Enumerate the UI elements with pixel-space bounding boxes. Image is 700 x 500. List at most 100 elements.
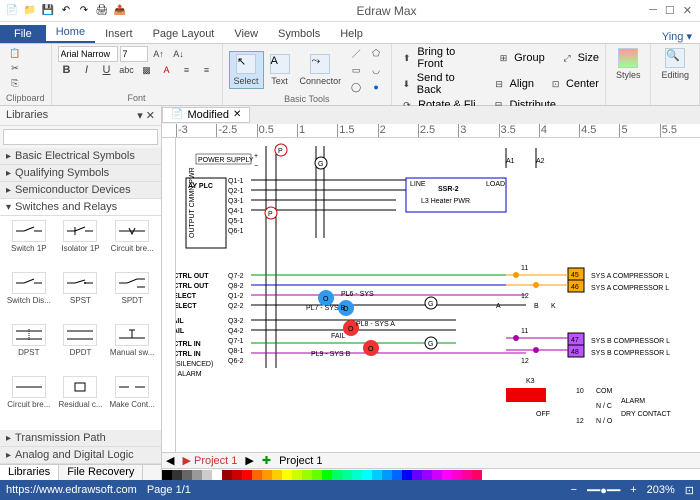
swatch[interactable] xyxy=(232,470,242,480)
swatch[interactable] xyxy=(262,470,272,480)
add-page-icon[interactable]: ✚ xyxy=(262,454,271,467)
swatch[interactable] xyxy=(332,470,342,480)
redo-icon[interactable]: ↷ xyxy=(76,3,92,19)
align-left-icon[interactable]: ≡ xyxy=(178,63,196,77)
maximize-icon[interactable]: ☐ xyxy=(665,4,675,17)
save-icon[interactable]: 💾 xyxy=(40,3,56,19)
swatch[interactable] xyxy=(272,470,282,480)
sym-circuit-breaker[interactable]: Circuit bre... xyxy=(107,220,157,270)
cut-icon[interactable]: ✂ xyxy=(6,61,24,75)
swatch[interactable] xyxy=(312,470,322,480)
sym-switch-dis[interactable]: Switch Dis... xyxy=(4,272,54,322)
drawing-canvas[interactable]: POWER SUPPLY +− AY PLC OUTPUT CMMN PWR Q… xyxy=(176,138,700,452)
zoom-out-icon[interactable]: − xyxy=(571,484,577,496)
swatch[interactable] xyxy=(462,470,472,480)
open-icon[interactable]: 📁 xyxy=(22,3,38,19)
grow-font-icon[interactable]: A↑ xyxy=(150,47,168,61)
sym-make-cont[interactable]: Make Cont... xyxy=(107,376,157,426)
sym-isolator-1p[interactable]: Isolator 1P xyxy=(56,220,106,270)
library-search[interactable] xyxy=(3,129,158,145)
cat-qualifying[interactable]: ▸ Qualifying Symbols xyxy=(0,165,161,182)
swatch[interactable] xyxy=(212,470,222,480)
swatch[interactable] xyxy=(432,470,442,480)
bring-front-icon[interactable]: ⬆ xyxy=(398,51,415,65)
user-name[interactable]: Ying ▾ xyxy=(654,30,700,43)
sym-spst[interactable]: SPST xyxy=(56,272,106,322)
size-icon[interactable]: ⤢ xyxy=(558,51,575,65)
font-name-select[interactable] xyxy=(58,46,118,62)
project-tab-2[interactable]: Project 1 xyxy=(279,455,322,467)
cat-transmission[interactable]: ▸ Transmission Path xyxy=(0,430,161,447)
swatch[interactable] xyxy=(452,470,462,480)
tab-nav-prev[interactable]: ◀ xyxy=(166,454,174,467)
zoom-slider[interactable]: ━━●━━ xyxy=(587,484,620,497)
sym-dpst[interactable]: DPST xyxy=(4,324,54,374)
editing-button[interactable]: 🔍Editing xyxy=(657,46,693,82)
align-center-icon[interactable]: ≡ xyxy=(198,63,216,77)
sym-manual-sw[interactable]: Manual sw... xyxy=(107,324,157,374)
connector-tool[interactable]: ⤳Connector xyxy=(296,52,346,88)
shape-icon[interactable]: ⬠ xyxy=(367,46,385,60)
swatch[interactable] xyxy=(172,470,182,480)
cat-semiconductor[interactable]: ▸ Semiconductor Devices xyxy=(0,182,161,199)
swatch[interactable] xyxy=(282,470,292,480)
bold-icon[interactable]: B xyxy=(58,63,76,77)
tab-home[interactable]: Home xyxy=(46,23,95,43)
select-tool[interactable]: ↖Select xyxy=(229,51,264,89)
swatch[interactable] xyxy=(392,470,402,480)
swatch[interactable] xyxy=(242,470,252,480)
text-tool[interactable]: AText xyxy=(266,52,294,88)
close-icon[interactable]: ✕ xyxy=(683,4,692,17)
sym-switch-1p[interactable]: Switch 1P xyxy=(4,220,54,270)
export-icon[interactable]: 📤 xyxy=(112,3,128,19)
swatch[interactable] xyxy=(412,470,422,480)
swatch[interactable] xyxy=(402,470,412,480)
font-color-icon[interactable]: A xyxy=(158,63,176,77)
tab-insert[interactable]: Insert xyxy=(95,25,143,43)
swatch[interactable] xyxy=(162,470,172,480)
zoom-in-icon[interactable]: + xyxy=(630,484,636,496)
doc-tab-modified[interactable]: 📄 Modified ✕ xyxy=(162,107,250,123)
group-icon[interactable]: ⊞ xyxy=(495,51,512,65)
font-size-select[interactable] xyxy=(120,46,148,62)
swatch[interactable] xyxy=(202,470,212,480)
swatch[interactable] xyxy=(382,470,392,480)
swatch[interactable] xyxy=(252,470,262,480)
send-back-icon[interactable]: ⬇ xyxy=(398,77,415,91)
rect-icon[interactable]: ▭ xyxy=(347,63,365,77)
tab-file[interactable]: File xyxy=(0,25,46,43)
swatch[interactable] xyxy=(222,470,232,480)
align-icon[interactable]: ⊟ xyxy=(491,77,508,91)
tab-view[interactable]: View xyxy=(224,25,268,43)
tab-page-layout[interactable]: Page Layout xyxy=(143,25,225,43)
tab-file-recovery[interactable]: File Recovery xyxy=(59,465,143,480)
swatch[interactable] xyxy=(472,470,482,480)
copy-icon[interactable]: ⎘ xyxy=(6,76,24,90)
swatch[interactable] xyxy=(442,470,452,480)
sym-spdt[interactable]: SPDT xyxy=(107,272,157,322)
tab-help[interactable]: Help xyxy=(330,25,373,43)
cat-analog-digital[interactable]: ▸ Analog and Digital Logic xyxy=(0,447,161,464)
swatch[interactable] xyxy=(182,470,192,480)
undo-icon[interactable]: ↶ xyxy=(58,3,74,19)
arc-icon[interactable]: ◡ xyxy=(367,63,385,77)
cat-switches-relays[interactable]: ▾ Switches and Relays xyxy=(0,199,161,216)
swatch[interactable] xyxy=(322,470,332,480)
tab-nav-next[interactable]: ▶ xyxy=(245,454,253,467)
cat-basic-electrical[interactable]: ▸ Basic Electrical Symbols xyxy=(0,148,161,165)
sym-residual[interactable]: Residual c... xyxy=(56,376,106,426)
sym-circuit-bre2[interactable]: Circuit bre... xyxy=(4,376,54,426)
center-icon[interactable]: ⊡ xyxy=(547,77,564,91)
line-icon[interactable]: ／ xyxy=(347,46,365,60)
shrink-font-icon[interactable]: A↓ xyxy=(170,47,188,61)
swatch[interactable] xyxy=(362,470,372,480)
print-icon[interactable]: 🖨 xyxy=(94,3,110,19)
swatch[interactable] xyxy=(292,470,302,480)
styles-button[interactable]: Styles xyxy=(612,46,645,82)
ellipse-icon[interactable]: ◯ xyxy=(347,80,365,94)
paste-icon[interactable]: 📋 xyxy=(6,46,24,60)
minimize-icon[interactable]: ─ xyxy=(649,4,657,17)
fill-icon[interactable]: ● xyxy=(367,80,385,94)
new-icon[interactable]: 📄 xyxy=(4,3,20,19)
highlight-icon[interactable]: ▩ xyxy=(138,63,156,77)
